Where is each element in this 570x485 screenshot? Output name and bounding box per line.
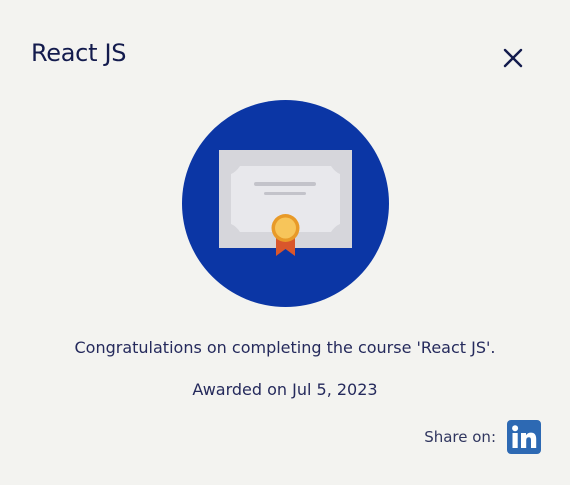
share-label: Share on:: [424, 428, 496, 446]
certificate-badge: [182, 100, 389, 307]
certificate-icon: [182, 100, 389, 307]
dialog-title: React JS: [31, 39, 127, 67]
linkedin-icon[interactable]: [507, 420, 541, 454]
congratulations-message: Congratulations on completing the course…: [74, 338, 496, 357]
share-section: Share on:: [424, 420, 541, 454]
certificate-dialog: React JS Congratulations on completing t…: [0, 0, 570, 485]
close-button[interactable]: [497, 42, 529, 74]
awarded-date: Awarded on Jul 5, 2023: [192, 380, 378, 399]
close-icon: [503, 48, 523, 68]
